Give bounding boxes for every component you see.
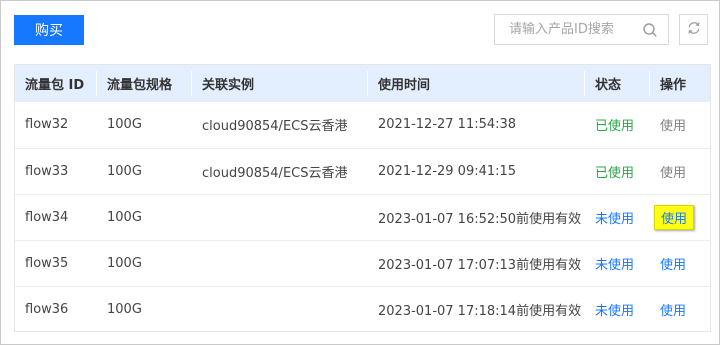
table-row: flow35 100G 2023-01-07 17:07:13前使用有效 未使用 使用 [15,240,710,286]
cell-flow-id: flow35 [25,255,69,271]
column-header-time: 使用时间 [368,65,585,102]
refresh-button[interactable] [679,14,708,45]
column-header-action: 操作 [660,78,687,93]
flow-package-table: 流量包 ID 流量包规格 关联实例 使用时间 状态 操作 flow32 100G c… [14,64,711,332]
table-row: flow33 100G cloud90854/ECS云香港 2021-12-29 09… [15,148,710,194]
cell-spec: 100G [107,163,142,179]
use-action-disabled: 使用 [660,119,687,135]
cell-status: 未使用 [595,211,635,227]
table-row: flow36 100G 2023-01-07 17:18:14前使用有效 未使用 使用 [15,286,710,332]
cell-time: 2021-12-29 09:41:15 [378,163,517,179]
use-action-button[interactable]: 使用 [660,258,686,273]
cell-time: 2021-12-27 11:54:38 [378,117,517,133]
cell-spec: 100G [107,301,142,317]
cell-status: 已使用 [595,165,635,181]
cell-flow-id: flow34 [25,209,69,225]
refresh-icon [686,20,702,40]
buy-button[interactable]: 购买 [14,15,84,45]
use-action-disabled: 使用 [660,165,687,181]
cell-time: 2023-01-07 16:52:50前使用有效 [378,211,582,227]
search-icon[interactable] [642,22,658,38]
column-header-spec: 流量包规格 [97,65,192,102]
cell-instance: cloud90854/ECS云香港 [202,165,348,181]
cell-spec: 100G [107,209,142,225]
cell-flow-id: flow33 [25,163,69,179]
column-header-instance: 关联实例 [192,65,368,102]
cell-time: 2023-01-07 17:07:13前使用有效 [378,257,582,273]
cell-status: 已使用 [595,119,635,135]
cell-spec: 100G [107,255,142,271]
cell-flow-id: flow32 [25,117,69,133]
cell-instance: cloud90854/ECS云香港 [202,119,348,135]
use-action-button[interactable]: 使用 [654,204,695,230]
table-row: flow34 100G 2023-01-07 16:52:50前使用有效 未使用 使用 [15,194,710,240]
column-header-status: 状态 [585,65,650,102]
table-row: flow32 100G cloud90854/ECS云香港 2021-12-27 11… [15,102,710,148]
search-input[interactable] [495,15,635,44]
cell-flow-id: flow36 [25,301,69,317]
cell-status: 未使用 [595,257,635,273]
use-action-button[interactable]: 使用 [660,304,686,319]
search-box[interactable] [494,14,669,45]
cell-time: 2023-01-07 17:18:14前使用有效 [378,303,582,319]
column-header-id: 流量包 ID [15,65,97,102]
cell-spec: 100G [107,117,142,133]
cell-status: 未使用 [595,303,635,319]
table-header-row: 流量包 ID 流量包规格 关联实例 使用时间 状态 操作 [15,65,710,102]
